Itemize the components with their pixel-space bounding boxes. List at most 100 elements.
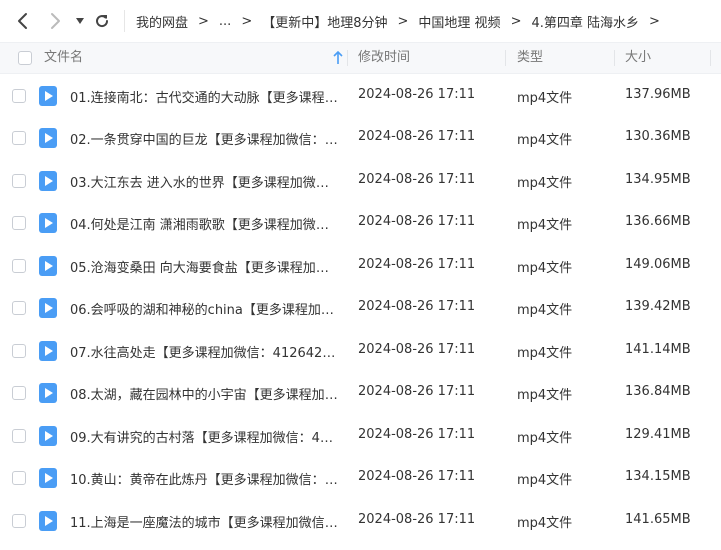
file-size: 136.66MB (625, 214, 691, 229)
column-divider[interactable] (505, 50, 506, 66)
file-name[interactable]: 09.大有讲究的古村落【更多课程加微信：412642106】.mp4 (70, 427, 340, 446)
file-type: mp4文件 (517, 303, 573, 318)
breadcrumb-item-video[interactable]: 中国地理 视频 (418, 12, 500, 31)
back-icon[interactable] (10, 9, 34, 33)
row-checkbox[interactable] (12, 174, 26, 188)
video-file-icon (39, 171, 57, 191)
refresh-icon[interactable] (90, 9, 114, 33)
sort-ascending-icon[interactable] (333, 51, 343, 65)
row-checkbox[interactable] (12, 301, 26, 315)
file-modified-time: 2024-08-26 17:11 (358, 512, 476, 527)
file-modified-time: 2024-08-26 17:11 (358, 87, 476, 102)
column-divider[interactable] (614, 50, 615, 66)
video-file-icon (39, 383, 57, 403)
file-size: 141.14MB (625, 342, 691, 357)
file-name[interactable]: 03.大江东去 进入水的世界【更多课程加微信：412642106】.mp4 (70, 172, 340, 191)
file-row[interactable]: 10.黄山：黄帝在此炼丹【更多课程加微信：412642106】.mp4 2024… (0, 457, 721, 499)
file-row[interactable]: 07.水往高处走【更多课程加微信：412642106】.mp4 2024-08-… (0, 330, 721, 372)
file-size: 134.15MB (625, 469, 691, 484)
video-file-icon (39, 298, 57, 318)
column-header-time[interactable]: 修改时间 (358, 43, 410, 73)
column-divider[interactable] (347, 50, 348, 66)
file-size: 136.84MB (625, 384, 691, 399)
file-modified-time: 2024-08-26 17:11 (358, 214, 476, 229)
breadcrumb-item-root[interactable]: 我的网盘 (136, 12, 188, 31)
forward-icon[interactable] (44, 9, 68, 33)
navigation-bar: 我的网盘 > ... > 【更新中】地理8分钟 > 中国地理 视频 > 4.第四… (0, 0, 721, 42)
breadcrumb-item-current[interactable]: 4.第四章 陆海水乡 (531, 12, 639, 31)
video-file-icon (39, 213, 57, 233)
breadcrumb-separator-icon: > (397, 13, 409, 29)
file-row[interactable]: 01.连接南北：古代交通的大动脉【更多课程加微信：412642106】.mp4 … (0, 75, 721, 117)
file-size: 129.41MB (625, 427, 691, 442)
select-all-checkbox[interactable] (18, 51, 32, 65)
file-type: mp4文件 (517, 133, 573, 148)
file-size: 137.96MB (625, 87, 691, 102)
row-checkbox[interactable] (12, 514, 26, 528)
file-type: mp4文件 (517, 516, 573, 531)
video-file-icon (39, 426, 57, 446)
file-name[interactable]: 01.连接南北：古代交通的大动脉【更多课程加微信：412642106】.mp4 (70, 87, 340, 106)
row-checkbox[interactable] (12, 89, 26, 103)
file-modified-time: 2024-08-26 17:11 (358, 129, 476, 144)
row-checkbox[interactable] (12, 259, 26, 273)
row-checkbox[interactable] (12, 216, 26, 230)
file-row[interactable]: 06.会呼吸的湖和神秘的china【更多课程加微信：412642106】.mp4… (0, 287, 721, 329)
video-file-icon (39, 468, 57, 488)
file-name[interactable]: 11.上海是一座魔法的城市【更多课程加微信：412642106】.mp4 (70, 512, 340, 531)
dropdown-icon[interactable] (68, 9, 92, 33)
file-type: mp4文件 (517, 218, 573, 233)
video-file-icon (39, 511, 57, 531)
file-modified-time: 2024-08-26 17:11 (358, 469, 476, 484)
file-type: mp4文件 (517, 431, 573, 446)
file-list-header: 文件名 修改时间 类型 大小 (0, 42, 721, 74)
file-size: 141.65MB (625, 512, 691, 527)
breadcrumb-separator-icon: > (241, 13, 253, 29)
file-row[interactable]: 09.大有讲究的古村落【更多课程加微信：412642106】.mp4 2024-… (0, 415, 721, 457)
file-row[interactable]: 04.何处是江南 潇湘雨歌歌【更多课程加微信：412642106】.mp4 20… (0, 202, 721, 244)
row-checkbox[interactable] (12, 131, 26, 145)
column-divider[interactable] (710, 50, 711, 66)
row-checkbox[interactable] (12, 386, 26, 400)
file-name[interactable]: 10.黄山：黄帝在此炼丹【更多课程加微信：412642106】.mp4 (70, 469, 340, 488)
file-name[interactable]: 05.沧海变桑田 向大海要食盐【更多课程加微信：412642106】.mp4 (70, 257, 340, 276)
file-type: mp4文件 (517, 176, 573, 191)
breadcrumb-item-course[interactable]: 【更新中】地理8分钟 (262, 12, 387, 31)
file-type: mp4文件 (517, 346, 573, 361)
file-name[interactable]: 06.会呼吸的湖和神秘的china【更多课程加微信：412642106】.mp4 (70, 299, 340, 318)
file-size: 130.36MB (625, 129, 691, 144)
row-checkbox[interactable] (12, 344, 26, 358)
file-row[interactable]: 02.一条贯穿中国的巨龙【更多课程加微信：412642106】.mp4 2024… (0, 117, 721, 159)
column-header-name[interactable]: 文件名 (44, 43, 83, 73)
file-modified-time: 2024-08-26 17:11 (358, 172, 476, 187)
file-type: mp4文件 (517, 261, 573, 276)
file-type: mp4文件 (517, 473, 573, 488)
column-header-type[interactable]: 类型 (517, 43, 543, 73)
breadcrumb-separator-icon: > (510, 13, 522, 29)
file-type: mp4文件 (517, 388, 573, 403)
column-header-size[interactable]: 大小 (625, 43, 651, 73)
file-modified-time: 2024-08-26 17:11 (358, 427, 476, 442)
video-file-icon (39, 128, 57, 148)
video-file-icon (39, 341, 57, 361)
breadcrumb-separator-icon: > (649, 13, 660, 29)
file-name[interactable]: 04.何处是江南 潇湘雨歌歌【更多课程加微信：412642106】.mp4 (70, 214, 340, 233)
file-size: 134.95MB (625, 172, 691, 187)
file-modified-time: 2024-08-26 17:11 (358, 384, 476, 399)
video-file-icon (39, 256, 57, 276)
file-size: 149.06MB (625, 257, 691, 272)
video-file-icon (39, 86, 57, 106)
row-checkbox[interactable] (12, 429, 26, 443)
breadcrumb-separator-icon: > (198, 13, 209, 29)
row-checkbox[interactable] (12, 471, 26, 485)
file-modified-time: 2024-08-26 17:11 (358, 257, 476, 272)
file-name[interactable]: 02.一条贯穿中国的巨龙【更多课程加微信：412642106】.mp4 (70, 129, 340, 148)
breadcrumb-item-ellipsis[interactable]: ... (219, 14, 231, 29)
file-name[interactable]: 08.太湖，藏在园林中的小宇宙【更多课程加微信：412642106】.mp4 (70, 384, 340, 403)
file-row[interactable]: 03.大江东去 进入水的世界【更多课程加微信：412642106】.mp4 20… (0, 160, 721, 202)
breadcrumb: 我的网盘 > ... > 【更新中】地理8分钟 > 中国地理 视频 > 4.第四… (136, 0, 670, 42)
file-row[interactable]: 11.上海是一座魔法的城市【更多课程加微信：412642106】.mp4 202… (0, 500, 721, 542)
file-row[interactable]: 08.太湖，藏在园林中的小宇宙【更多课程加微信：412642106】.mp4 2… (0, 372, 721, 414)
file-name[interactable]: 07.水往高处走【更多课程加微信：412642106】.mp4 (70, 342, 340, 361)
file-row[interactable]: 05.沧海变桑田 向大海要食盐【更多课程加微信：412642106】.mp4 2… (0, 245, 721, 287)
